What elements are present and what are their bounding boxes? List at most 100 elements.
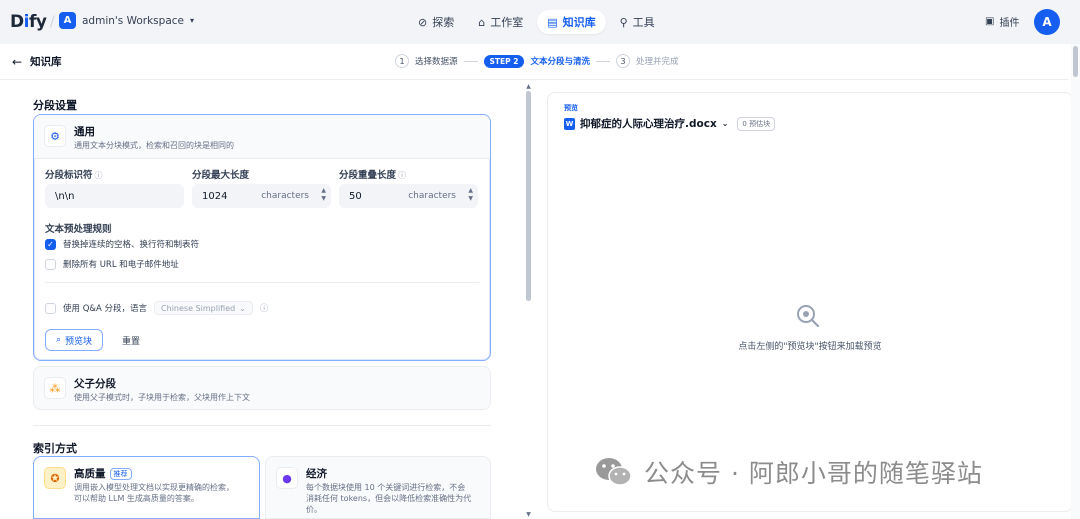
stepper-icon[interactable]: ▲ ▼ [321,187,326,203]
rule-replace-spaces[interactable]: ✓ 替换掉连续的空格、换行符和制表符 [45,238,199,250]
preview-label: 预览 [564,104,578,112]
reset-button[interactable]: 重置 [116,329,146,351]
preview-empty-text: 点击左侧的"预览块"按钮来加载预览 [738,342,882,352]
gear-icon: ⚙ [44,125,66,147]
page-scrollbar[interactable] [1071,44,1080,519]
max-length-unit: characters [261,191,309,201]
economy-desc-3: 价。 [306,505,322,514]
economy-desc-1: 每个数据块使用 10 个关键词进行检索，不会 [306,483,466,492]
checkbox-checked[interactable]: ✓ [45,238,56,250]
scroll-up-icon[interactable]: ▲ [525,83,532,90]
language-select[interactable]: Chinese Simplified ⌄ [154,301,253,315]
robot-icon: ⌂ [478,15,486,29]
header-divider [0,79,1068,80]
nav-explore[interactable]: ⊘ 探索 [408,10,464,34]
nav-studio[interactable]: ⌂ 工作室 [468,10,533,34]
overlap-input[interactable]: 50 characters ▲ ▼ [339,184,478,208]
preview-filename: 抑郁症的人际心理治疗.docx [580,118,717,130]
high-quality-desc-1: 调用嵌入模型处理文档以实现更精确的检索， [74,483,234,492]
high-quality-card[interactable]: ✪ 高质量 推荐 调用嵌入模型处理文档以实现更精确的检索， 可以帮助 LLM 生成… [33,456,260,519]
workspace-name: admin's Workspace [82,14,184,27]
piggy-bank-icon: ● [276,467,298,489]
delimiter-label-text: 分段标识符 [45,170,93,181]
preview-chunks-label: 预览块 [65,336,93,347]
chevron-down-icon: ⌄ [239,303,246,313]
back-arrow-icon[interactable]: ← [12,55,22,69]
preview-file-selector[interactable]: W 抑郁症的人际心理治疗.docx ⌄ 0 预估块 [564,116,776,131]
breadcrumb-label: 知识库 [30,56,62,68]
watermark-text: 公众号 · 阿郎小哥的随笔驿站 [644,459,983,488]
max-length-input[interactable]: 1024 characters ▲ ▼ [192,184,331,208]
general-mode-card[interactable]: ⚙ 通用 通用文本分块模式，检索和召回的块是相同的 分段标识符 ⓘ \n\n 分段… [33,114,491,361]
max-length-label: 分段最大长度 [192,170,250,181]
step-3-label: 处理并完成 [636,57,679,67]
scrollbar-thumb[interactable] [1073,46,1078,77]
search-icon: ⌕ [56,335,62,345]
parent-child-title: 父子分段 [74,378,116,390]
recommended-badge: 推荐 [109,468,132,480]
user-avatar[interactable]: A [1034,9,1060,35]
nav-knowledge-label: 知识库 [562,16,596,29]
help-icon: ⓘ [398,171,407,180]
section-divider [33,425,491,426]
scrollbar-thumb[interactable] [526,91,531,301]
nav-studio-label: 工作室 [490,16,524,29]
rule-replace-spaces-label: 替换掉连续的空格、换行符和制表符 [63,240,200,250]
index-method-title: 索引方式 [33,442,77,455]
parent-child-icon: ⁂ [44,377,66,399]
workspace-switcher[interactable]: A admin's Workspace ▾ [59,12,194,29]
delimiter-label: 分段标识符 ⓘ [45,167,103,181]
help-icon: ⓘ [259,304,269,314]
step-2-label: 文本分段与清洗 [530,57,590,67]
general-mode-header: ⚙ 通用 通用文本分块模式，检索和召回的块是相同的 [34,115,490,159]
economy-desc-2: 消耗任何 tokens，但会以降低检索准确性为代 [306,494,472,503]
stepper-icon[interactable]: ▲ ▼ [468,187,473,203]
general-mode-title: 通用 [74,126,95,138]
left-panel-scrollbar[interactable]: ▲ ▼ [525,83,532,519]
dify-logo[interactable]: Dify [10,12,47,32]
search-empty-icon [797,305,820,328]
general-mode-desc: 通用文本分块模式，检索和召回的块是相同的 [74,141,234,150]
language-value: Chinese Simplified [161,303,236,313]
nav-explore-label: 探索 [432,16,455,29]
high-quality-desc-2: 可以帮助 LLM 生成高质量的答案。 [74,494,199,503]
top-nav: Dify / A admin's Workspace ▾ ⊘ 探索 ⌂ 工作室 … [0,0,1080,44]
high-quality-title-text: 高质量 [74,468,106,480]
preview-chunks-button[interactable]: ⌕ 预览块 [45,329,104,351]
parent-child-desc: 使用父子模式时，子块用于检索，父块用作上下文 [74,393,250,402]
nav-tools[interactable]: ⚲ 工具 [610,10,665,34]
step-1-label: 选择数据源 [415,57,458,67]
scroll-down-icon[interactable]: ▼ [525,511,532,518]
nav-knowledge[interactable]: ▤ 知识库 [537,10,606,34]
book-icon: ▤ [547,15,558,29]
help-icon: ⓘ [94,171,103,180]
chevron-down-icon: ⌄ [721,119,729,128]
plugin-icon: ▣ [985,16,995,27]
compass-icon: ⊘ [418,15,428,29]
economy-title: 经济 [306,468,327,480]
max-length-value: 1024 [202,190,228,202]
preview-panel: 预览 W 抑郁症的人际心理治疗.docx ⌄ 0 预估块 点击左侧的"预览块"按… [547,92,1073,512]
checkbox-unchecked[interactable] [45,258,56,270]
wechat-icon [596,458,632,486]
rule-remove-urls[interactable]: 删除所有 URL 和电子邮件地址 [45,258,179,270]
plugin-button[interactable]: ▣ 插件 [985,14,1019,29]
tools-icon: ⚲ [619,15,628,29]
delimiter-value: \n\n [55,190,75,202]
checkbox-unchecked[interactable] [45,302,56,314]
parent-child-mode-card[interactable]: ⁂ 父子分段 使用父子模式时，子块用于检索，父块用作上下文 [33,366,491,410]
nav-separator: / [50,14,55,30]
step-2-number: STEP 2 [483,54,525,68]
delimiter-input[interactable]: \n\n [45,184,184,208]
qa-segment-option[interactable]: 使用 Q&A 分段，语言 Chinese Simplified ⌄ ⓘ [45,301,268,315]
divider [45,282,479,283]
main-nav: ⊘ 探索 ⌂ 工作室 ▤ 知识库 ⚲ 工具 [408,10,665,34]
plugin-label: 插件 [999,18,1020,29]
overlap-value: 50 [349,190,362,202]
watermark: 公众号 · 阿郎小哥的随笔驿站 [594,454,983,490]
high-quality-title: 高质量 推荐 [74,466,132,481]
economy-card[interactable]: ● 经济 每个数据块使用 10 个关键词进行检索，不会 消耗任何 tokens，… [265,456,491,519]
breadcrumb[interactable]: ← 知识库 [12,54,62,69]
preprocess-rules-title: 文本预处理规则 [45,224,112,235]
step-connector [596,60,610,62]
